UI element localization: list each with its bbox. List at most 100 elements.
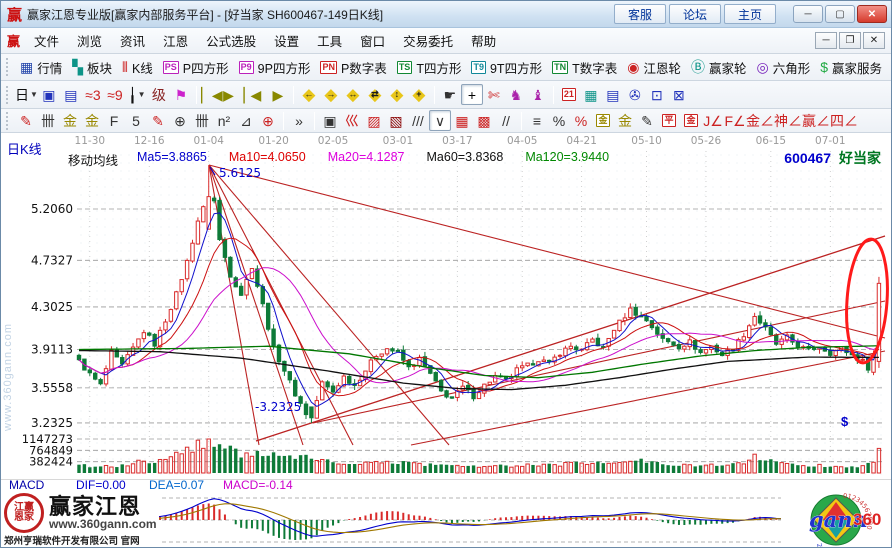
gold-grid-2-button[interactable]: 金 (81, 110, 103, 131)
period-day-button[interactable]: 日▼ (15, 84, 38, 105)
close-button[interactable]: ✕ (857, 5, 887, 23)
slash-lines-button[interactable]: // (495, 110, 517, 131)
topbar-button-2[interactable]: 主页 (724, 4, 776, 24)
gold-circle-button[interactable]: 金 (592, 110, 614, 131)
circle-grid-button[interactable]: ⊕ (169, 110, 191, 131)
stats-scale-button[interactable]: ≡ (526, 110, 548, 131)
topbar-button-0[interactable]: 客服 (614, 4, 666, 24)
info-panel-button[interactable]: ▤ (60, 84, 82, 105)
compress-h-button[interactable]: ◆⇄ (364, 84, 386, 105)
winner-service-button[interactable]: $赢家服务 (815, 56, 887, 79)
fan-box-button[interactable]: ▨ (363, 110, 385, 131)
notes-button[interactable]: ▤ (602, 84, 624, 105)
pennant-tool-button[interactable]: ⊿ (235, 110, 257, 131)
gold-split-button[interactable]: 金 (614, 110, 636, 131)
angle-win-button[interactable]: 赢∠ (802, 110, 830, 131)
hand-tool-button[interactable]: ☛ (439, 84, 461, 105)
page-prev-button[interactable]: ◀ (245, 84, 267, 105)
child-restore-button[interactable]: ❐ (839, 32, 861, 49)
pan-left-button[interactable]: ◆← (298, 84, 320, 105)
v-line-button[interactable]: ∨ (429, 110, 451, 131)
flag-tool-button[interactable]: ⚑ (170, 84, 192, 105)
target-tool-button[interactable]: ⊕ (257, 110, 279, 131)
p-square-button[interactable]: PSP四方形 (158, 56, 234, 79)
kline-chart[interactable]: 11-3012-1601-0401-2002-0503-0103-1704-05… (1, 133, 891, 479)
page-next-button[interactable]: ▶ (267, 84, 289, 105)
menu-1[interactable]: 浏览 (68, 28, 111, 53)
measure-pen-button[interactable]: ✎ (636, 110, 658, 131)
t-square-button[interactable]: TST四方形 (392, 56, 467, 79)
child-close-button[interactable]: ✕ (863, 32, 885, 49)
topbar-button-1[interactable]: 论坛 (669, 4, 721, 24)
f-grid-button[interactable]: F (103, 110, 125, 131)
child-minimize-button[interactable]: ─ (815, 32, 837, 49)
crosshair-tool-button[interactable]: + (461, 84, 483, 105)
angle-f-button[interactable]: F∠ (724, 110, 746, 131)
percent-a-button[interactable]: % (548, 110, 570, 131)
grid-2-button[interactable]: 卌 (191, 110, 213, 131)
goto-first-button[interactable]: ▏◀ (201, 84, 223, 105)
percent-b-button[interactable]: % (570, 110, 592, 131)
menu-9[interactable]: 帮助 (462, 28, 505, 53)
menu-6[interactable]: 工具 (308, 28, 351, 53)
angle-lines-button[interactable]: /// (407, 110, 429, 131)
gann-wheel-button[interactable]: ◉江恩轮 (622, 56, 686, 79)
calendar-21-button[interactable]: 21 (558, 84, 580, 105)
kline-chart-canvas[interactable]: 11-3012-1601-0401-2002-0503-0103-1704-05… (1, 133, 892, 479)
quotes-button[interactable]: ▦行情 (15, 56, 67, 79)
t-number-table-button[interactable]: TNT数字表 (547, 56, 622, 79)
menu-3[interactable]: 江恩 (154, 28, 197, 53)
more-tools-button[interactable]: » (288, 110, 310, 131)
cut-tool-button[interactable]: ✄ (483, 84, 505, 105)
menu-5[interactable]: 设置 (265, 28, 308, 53)
menu-4[interactable]: 公式选股 (197, 28, 265, 53)
save-button[interactable]: ✇ (624, 84, 646, 105)
stamp-knight-button[interactable]: ♞ (505, 84, 527, 105)
brush-button[interactable]: ✎ (15, 110, 37, 131)
kline-button[interactable]: ⫴K线 (117, 56, 158, 79)
9p-square-button[interactable]: P99P四方形 (234, 56, 316, 79)
macd-panel[interactable]: 江赢恩家 赢家江恩 www.360gann.com 郑州亨瑞软件开发有限公司 官… (1, 492, 891, 548)
gann-grid-button[interactable]: 卌 (37, 110, 59, 131)
wave-3-button[interactable]: ≈3 (82, 84, 104, 105)
angle-si-button[interactable]: 四∠ (830, 110, 858, 131)
p-number-table-button[interactable]: PNP数字表 (315, 56, 391, 79)
gann-fan-button[interactable]: 巛 (341, 110, 363, 131)
menu-8[interactable]: 交易委托 (394, 28, 462, 53)
export-pc-button[interactable]: ⊡ (646, 84, 668, 105)
goto-last-button[interactable]: ▶▕ (223, 84, 245, 105)
brush-2-button[interactable]: ✎ (147, 110, 169, 131)
stamp-bishop-button[interactable]: ♝ (527, 84, 549, 105)
candle-type-button[interactable]: ╽▼ (126, 84, 148, 105)
angle-gold-button[interactable]: 金∠ (746, 110, 774, 131)
menu-2[interactable]: 资讯 (111, 28, 154, 53)
chart-style-button[interactable]: ▣ (38, 84, 60, 105)
box-tool-button[interactable]: ▣ (319, 110, 341, 131)
minimize-button[interactable]: ─ (793, 5, 823, 23)
angle-shen-button[interactable]: 神∠ (774, 110, 802, 131)
menu-0[interactable]: 文件 (25, 28, 68, 53)
gold-grid-button[interactable]: 金 (59, 110, 81, 131)
9t-square-button[interactable]: T99T四方形 (466, 56, 547, 79)
angle-j-button[interactable]: J∠ (702, 110, 724, 131)
send-pc-button[interactable]: ⊠ (668, 84, 690, 105)
hexagon-button[interactable]: ◎六角形 (751, 56, 815, 79)
menu-7[interactable]: 窗口 (351, 28, 394, 53)
ping-tool-button[interactable]: 平 (658, 110, 680, 131)
grid-red-2-button[interactable]: ▩ (473, 110, 495, 131)
gold-tool-button[interactable]: 金 (680, 110, 702, 131)
winner-wheel-button[interactable]: Ⓑ赢家轮 (686, 56, 752, 79)
fit-all-button[interactable]: ◆+ (408, 84, 430, 105)
grid-red-button[interactable]: ▦ (451, 110, 473, 131)
wave-9-button[interactable]: ≈9 (104, 84, 126, 105)
level-button[interactable]: 级 (148, 84, 170, 105)
expand-h-button[interactable]: ◆↔ (342, 84, 364, 105)
sectors-button[interactable]: ▚板块 (67, 56, 117, 79)
spiral-grid-button[interactable]: 5 (125, 110, 147, 131)
expand-v-button[interactable]: ◆↕ (386, 84, 408, 105)
pan-right-button[interactable]: ◆→ (320, 84, 342, 105)
fan-box-2-button[interactable]: ▧ (385, 110, 407, 131)
restore-button[interactable]: ▢ (825, 5, 855, 23)
n2-grid-button[interactable]: n² (213, 110, 235, 131)
data-table-button[interactable]: ▦ (580, 84, 602, 105)
